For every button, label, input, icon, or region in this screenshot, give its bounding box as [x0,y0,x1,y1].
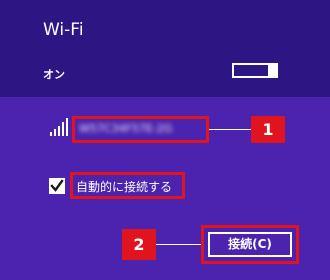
auto-connect-checkbox[interactable] [49,178,65,194]
wifi-title: Wi-Fi [43,20,84,40]
auto-connect-option[interactable]: 自動的に接続する [70,172,185,199]
callout-badge-2: 2 [122,229,156,260]
wifi-toggle-track [234,65,269,76]
callout-line-1 [209,129,251,130]
wifi-state-label: オン [43,68,65,81]
wifi-header: Wi-Fi オン [0,0,330,97]
network-item[interactable]: W57C34F57E-2G [72,116,209,143]
wifi-toggle[interactable] [232,63,278,78]
callout-line-2 [156,244,201,245]
callout-badge-1: 1 [251,116,285,143]
wifi-toggle-knob [268,63,276,78]
connect-button[interactable]: 接続(C) [208,232,292,257]
wifi-signal-bars-icon [50,118,68,136]
network-name: W57C34F57E-2G [79,122,173,135]
connect-button-highlight: 接続(C) [201,225,299,264]
wifi-panel: Wi-Fi オン W57C34F57E-2G 1 自動的に接続する 2 接続(C… [0,0,330,280]
auto-connect-label: 自動的に接続する [76,180,173,194]
